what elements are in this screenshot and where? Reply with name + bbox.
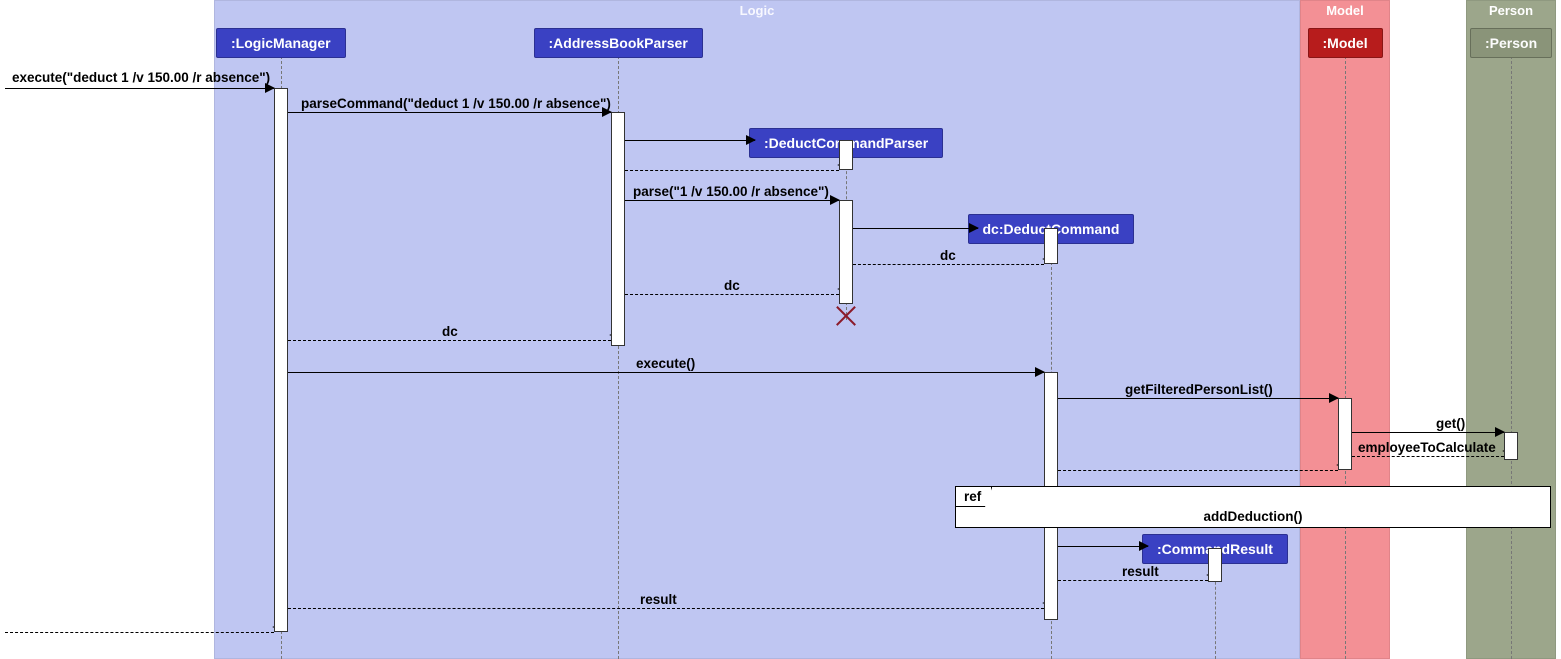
message-label: result (640, 592, 677, 607)
region-logic-title: Logic (215, 3, 1299, 18)
region-model-title: Model (1301, 3, 1389, 18)
message-label: parse("1 /v 150.00 /r absence") (633, 184, 829, 199)
activation-per (1504, 432, 1518, 460)
message-label: parseCommand("deduct 1 /v 150.00 /r abse… (301, 96, 611, 111)
message-label: execute("deduct 1 /v 150.00 /r absence") (12, 70, 270, 85)
activation-dcp1 (839, 140, 853, 170)
activation-lm (274, 88, 288, 632)
ref-label: addDeduction() (956, 509, 1550, 524)
activation-abp (611, 112, 625, 346)
lifeline-per (1511, 56, 1512, 659)
region-person-title: Person (1467, 3, 1555, 18)
message-label: dc (442, 324, 458, 339)
activation-cr (1208, 548, 1222, 582)
message-label: dc (724, 278, 740, 293)
head-per: :Person (1470, 28, 1552, 58)
destroy-icon (835, 305, 857, 327)
activation-dcp2 (839, 200, 853, 304)
activation-mdl (1338, 398, 1352, 470)
ref-frame: ref addDeduction() (955, 486, 1551, 528)
message-label: employeeToCalculate (1358, 440, 1496, 455)
message-label: getFilteredPersonList() (1125, 382, 1273, 397)
message-label: result (1122, 564, 1159, 579)
activation-dc1 (1044, 228, 1058, 264)
ref-tab: ref (956, 487, 992, 507)
head-lm: :LogicManager (216, 28, 346, 58)
head-abp: :AddressBookParser (534, 28, 703, 58)
message-label: execute() (636, 356, 695, 371)
head-mdl: :Model (1308, 28, 1383, 58)
sequence-diagram: Logic Model Person :LogicManager :Addres… (0, 0, 1561, 659)
lifeline-mdl (1345, 56, 1346, 659)
message-label: dc (940, 248, 956, 263)
message-label: get() (1436, 416, 1465, 431)
